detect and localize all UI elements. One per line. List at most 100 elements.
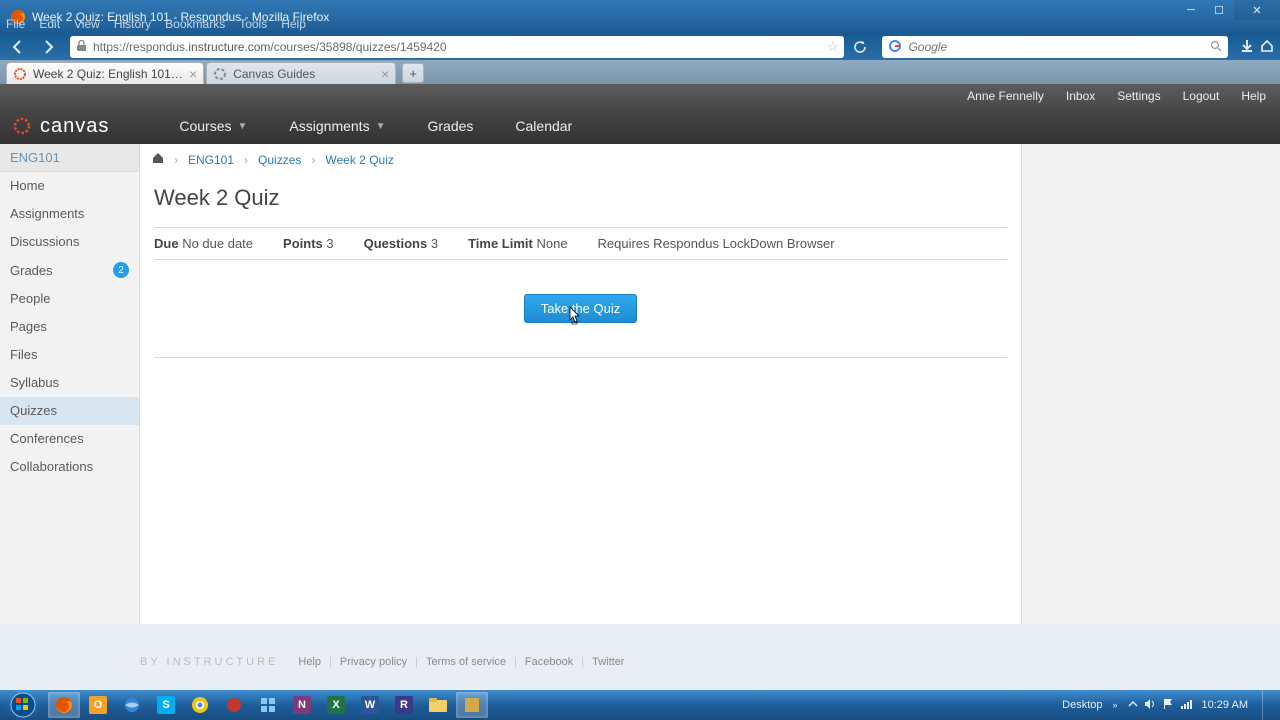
points-label: Points bbox=[283, 236, 323, 251]
downloads-icon[interactable] bbox=[1240, 39, 1254, 56]
sidebar-item-files[interactable]: Files bbox=[0, 341, 139, 369]
footer-facebook[interactable]: Facebook bbox=[525, 656, 573, 668]
url-right: ☆ bbox=[827, 39, 839, 55]
inbox-link[interactable]: Inbox bbox=[1066, 89, 1095, 103]
sidebar-item-conferences[interactable]: Conferences bbox=[0, 425, 139, 453]
canvas-logo[interactable]: canvas bbox=[12, 115, 109, 138]
points-value: 3 bbox=[326, 236, 333, 251]
url-bar[interactable]: https://respondus.instructure.com/course… bbox=[70, 36, 844, 58]
breadcrumb-quizzes[interactable]: Quizzes bbox=[258, 153, 301, 167]
nav-grades[interactable]: Grades bbox=[427, 118, 473, 134]
home-icon[interactable] bbox=[152, 152, 164, 167]
page-title: Week 2 Quiz bbox=[154, 185, 1007, 211]
taskbar-app-tiles[interactable] bbox=[252, 692, 284, 718]
clock[interactable]: 10:29 AM bbox=[1202, 699, 1248, 711]
start-button[interactable] bbox=[2, 690, 44, 720]
tray-show-hidden-icon[interactable] bbox=[1128, 699, 1138, 712]
search-input[interactable] bbox=[908, 40, 1204, 54]
chevron-right-icon: › bbox=[244, 153, 248, 167]
taskbar-excel[interactable]: X bbox=[320, 692, 352, 718]
tab-strip: Week 2 Quiz: English 101 - Respondus × C… bbox=[0, 60, 1280, 84]
sidebar-item-pages[interactable]: Pages bbox=[0, 313, 139, 341]
maximize-button[interactable]: ☐ bbox=[1206, 0, 1232, 20]
questions-value: 3 bbox=[431, 236, 438, 251]
tab-inactive[interactable]: Canvas Guides × bbox=[206, 62, 396, 84]
timelimit-value: None bbox=[536, 236, 567, 251]
tab-active[interactable]: Week 2 Quiz: English 101 - Respondus × bbox=[6, 62, 204, 84]
canvas-favicon bbox=[13, 67, 27, 81]
taskbar-outlook[interactable]: O bbox=[82, 692, 114, 718]
menu-history[interactable]: History bbox=[114, 17, 151, 34]
course-code[interactable]: ENG101 bbox=[0, 144, 139, 172]
menu-edit[interactable]: Edit bbox=[39, 17, 60, 34]
window-controls: ─ ☐ ✕ bbox=[1178, 0, 1280, 20]
back-button[interactable] bbox=[6, 36, 30, 58]
menu-file[interactable]: File bbox=[6, 17, 25, 34]
menu-help[interactable]: Help bbox=[281, 17, 306, 34]
canvas-logo-icon bbox=[12, 116, 32, 136]
forward-button[interactable] bbox=[36, 36, 60, 58]
settings-link[interactable]: Settings bbox=[1117, 89, 1160, 103]
chevron-down-icon: ▼ bbox=[376, 121, 386, 132]
footer: BY INSTRUCTURE Help| Privacy policy| Ter… bbox=[0, 624, 1280, 668]
sidebar-item-discussions[interactable]: Discussions bbox=[0, 228, 139, 256]
desktop-toolbar[interactable]: Desktop bbox=[1062, 699, 1102, 711]
sidebar-item-assignments[interactable]: Assignments bbox=[0, 200, 139, 228]
taskbar-firefox[interactable] bbox=[48, 692, 80, 718]
new-tab-button[interactable]: + bbox=[402, 63, 424, 83]
course-sidebar: ENG101 Home Assignments Discussions Grad… bbox=[0, 144, 140, 624]
user-name-link[interactable]: Anne Fennelly bbox=[967, 89, 1044, 103]
nav-assignments[interactable]: Assignments▼ bbox=[289, 118, 385, 134]
close-icon[interactable]: × bbox=[381, 66, 389, 82]
sidebar-item-home[interactable]: Home bbox=[0, 172, 139, 200]
chevron-up-icon[interactable]: » bbox=[1113, 700, 1118, 710]
logout-link[interactable]: Logout bbox=[1183, 89, 1220, 103]
lock-icon bbox=[76, 40, 87, 55]
close-button[interactable]: ✕ bbox=[1234, 0, 1280, 20]
footer-twitter[interactable]: Twitter bbox=[592, 656, 624, 668]
show-desktop-button[interactable] bbox=[1262, 690, 1272, 720]
breadcrumb-course[interactable]: ENG101 bbox=[188, 153, 234, 167]
footer-byline: BY INSTRUCTURE bbox=[140, 656, 278, 668]
minimize-button[interactable]: ─ bbox=[1178, 0, 1204, 20]
menu-bookmarks[interactable]: Bookmarks bbox=[165, 17, 225, 34]
search-bar[interactable] bbox=[882, 36, 1228, 58]
sidebar-item-grades[interactable]: Grades2 bbox=[0, 256, 139, 285]
nav-calendar[interactable]: Calendar bbox=[515, 118, 572, 134]
sidebar-item-syllabus[interactable]: Syllabus bbox=[0, 369, 139, 397]
loading-favicon bbox=[213, 67, 227, 81]
home-icon[interactable] bbox=[1260, 39, 1274, 56]
user-bar: Anne Fennelly Inbox Settings Logout Help bbox=[0, 84, 1280, 108]
help-link[interactable]: Help bbox=[1241, 89, 1266, 103]
taskbar-respondus[interactable]: R bbox=[388, 692, 420, 718]
network-icon[interactable] bbox=[1180, 698, 1192, 713]
sidebar-item-quizzes[interactable]: Quizzes bbox=[0, 397, 139, 425]
bookmark-star-icon[interactable]: ☆ bbox=[827, 39, 839, 55]
requires-lockdown: Requires Respondus LockDown Browser bbox=[598, 236, 835, 251]
footer-terms[interactable]: Terms of service bbox=[426, 656, 506, 668]
volume-icon[interactable] bbox=[1144, 698, 1156, 713]
taskbar-ie[interactable] bbox=[116, 692, 148, 718]
search-icon[interactable] bbox=[1210, 40, 1222, 55]
taskbar-app-red[interactable] bbox=[218, 692, 250, 718]
sidebar-item-people[interactable]: People bbox=[0, 285, 139, 313]
close-icon[interactable]: × bbox=[189, 66, 197, 82]
nav-courses[interactable]: Courses▼ bbox=[179, 118, 247, 134]
footer-privacy[interactable]: Privacy policy bbox=[340, 656, 407, 668]
tab-label: Canvas Guides bbox=[233, 67, 315, 81]
footer-help[interactable]: Help bbox=[298, 656, 321, 668]
menu-tools[interactable]: Tools bbox=[239, 17, 267, 34]
taskbar-onenote[interactable]: N bbox=[286, 692, 318, 718]
cursor-icon bbox=[567, 306, 583, 329]
taskbar-word[interactable]: W bbox=[354, 692, 386, 718]
flag-icon[interactable] bbox=[1162, 698, 1174, 713]
reload-button[interactable] bbox=[850, 36, 870, 58]
menu-view[interactable]: View bbox=[74, 17, 100, 34]
taskbar-explorer[interactable] bbox=[422, 692, 454, 718]
canvas-header: canvas Courses▼ Assignments▼ Grades Cale… bbox=[0, 108, 1280, 144]
taskbar-chrome[interactable] bbox=[184, 692, 216, 718]
quiz-meta: Due No due date Points 3 Questions 3 Tim… bbox=[154, 227, 1007, 260]
sidebar-item-collaborations[interactable]: Collaborations bbox=[0, 453, 139, 481]
taskbar-app-active[interactable] bbox=[456, 692, 488, 718]
taskbar-skype[interactable]: S bbox=[150, 692, 182, 718]
